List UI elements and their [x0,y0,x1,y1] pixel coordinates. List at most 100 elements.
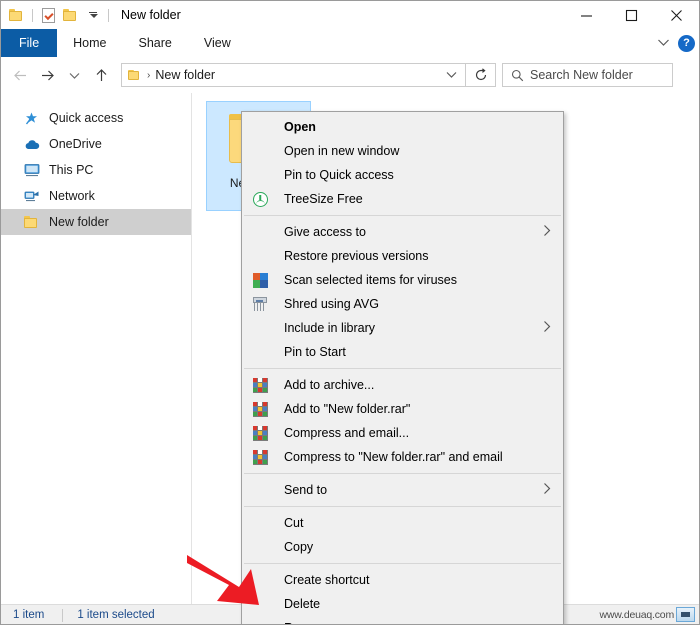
forward-button[interactable] [34,62,60,88]
sidebar-item-label: Quick access [49,111,124,125]
path-dropdown-icon[interactable] [445,68,458,82]
watermark-logo-icon [676,607,695,622]
menu-item-send-to[interactable]: Send to [242,478,563,502]
back-button[interactable] [7,62,33,88]
menu-item-shred-using-avg[interactable]: Shred using AVG [242,292,563,316]
menu-icon-placeholder [250,570,270,590]
ribbon-tab-bar: File Home Share View ? [1,29,699,58]
winrar-icon [250,375,270,395]
new-folder-icon[interactable] [62,7,79,24]
context-menu[interactable]: Open Open in new window Pin to Quick acc… [241,111,564,624]
menu-separator [244,368,561,369]
navigation-buttons [1,62,114,88]
chevron-right-icon [543,483,551,498]
menu-item-delete[interactable]: Delete [242,592,563,616]
tab-file[interactable]: File [1,29,58,57]
sidebar-item-new-folder[interactable]: New folder [1,209,191,235]
menu-item-pin-to-quick-access[interactable]: Pin to Quick access [242,163,563,187]
menu-item-treesize-free[interactable]: TreeSize Free [242,187,563,211]
chevron-down-icon[interactable] [657,36,670,50]
menu-icon-placeholder [250,246,270,266]
menu-icon-placeholder [250,480,270,500]
menu-item-include-in-library[interactable]: Include in library [242,316,563,340]
menu-icon-placeholder [250,618,270,624]
status-divider [62,608,64,622]
tab-home[interactable]: Home [57,29,122,57]
watermark-text: www.deuaq.com [599,608,675,621]
menu-item-open-in-new-window[interactable]: Open in new window [242,139,563,163]
sidebar-item-onedrive[interactable]: OneDrive [1,131,191,157]
network-icon [23,188,40,205]
refresh-button[interactable] [466,63,496,87]
chevron-right-icon [543,225,551,240]
minimize-button[interactable] [564,1,609,29]
chevron-right-icon [543,321,551,336]
folder-icon[interactable] [8,7,25,24]
sidebar-item-network[interactable]: Network [1,183,191,209]
sidebar-item-quick-access[interactable]: Quick access [1,105,191,131]
search-icon [511,69,524,82]
menu-item-rename[interactable]: Rename [242,616,563,624]
menu-icon-placeholder [250,222,270,242]
window-title: New folder [121,8,181,22]
monitor-icon [23,162,40,179]
menu-item-add-to-named-archive[interactable]: Add to "New folder.rar" [242,397,563,421]
watermark: www.deuaq.com [600,607,695,622]
menu-separator [244,563,561,564]
menu-item-create-shortcut[interactable]: Create shortcut [242,568,563,592]
recent-locations-icon[interactable] [61,62,87,88]
menu-icon-placeholder [250,342,270,362]
tab-view[interactable]: View [188,29,247,57]
address-path-field[interactable]: › New folder [121,63,466,87]
customize-qat-icon[interactable] [84,7,101,24]
help-icon[interactable]: ? [678,34,695,52]
menu-icon-placeholder [250,537,270,557]
menu-item-scan-selected-items-for-viruses[interactable]: Scan selected items for viruses [242,268,563,292]
ribbon-right-controls: ? [657,29,695,57]
menu-icon-placeholder [250,594,270,614]
search-placeholder: Search New folder [530,68,633,82]
star-pin-icon [23,110,40,127]
toolbar-divider-2 [108,8,109,22]
quick-access-toolbar [1,7,111,24]
menu-item-cut[interactable]: Cut [242,511,563,535]
navigation-pane: Quick access OneDrive This PC Network Ne… [1,93,192,604]
maximize-button[interactable] [609,1,654,29]
menu-icon-placeholder [250,513,270,533]
path-folder-icon [128,69,141,81]
menu-item-compress-to-named-archive-and-email[interactable]: Compress to "New folder.rar" and email [242,445,563,469]
menu-item-give-access-to[interactable]: Give access to [242,220,563,244]
shredder-icon [250,294,270,314]
address-bar: › New folder Search New folder [1,57,699,93]
close-button[interactable] [654,1,699,29]
sidebar-item-label: This PC [49,163,94,177]
menu-separator [244,215,561,216]
window-controls [564,1,699,29]
treesize-icon [250,189,270,209]
menu-item-open[interactable]: Open [242,115,563,139]
sidebar-item-this-pc[interactable]: This PC [1,157,191,183]
menu-icon-placeholder [250,318,270,338]
tab-share[interactable]: Share [123,29,188,57]
properties-icon[interactable] [40,7,57,24]
winrar-icon [250,447,270,467]
winrar-icon [250,423,270,443]
file-explorer-window: New folder File Home Share View ? › New … [0,0,700,625]
sidebar-item-label: New folder [49,215,109,229]
toolbar-divider [32,8,33,22]
menu-item-compress-and-email[interactable]: Compress and email... [242,421,563,445]
menu-item-add-to-archive[interactable]: Add to archive... [242,373,563,397]
menu-item-pin-to-start[interactable]: Pin to Start [242,340,563,364]
search-input[interactable]: Search New folder [502,63,673,87]
up-button[interactable] [88,62,114,88]
status-selection: 1 item selected [77,609,155,621]
status-item-count: 1 item [13,609,45,621]
menu-icon-placeholder [250,117,270,137]
avg-icon [250,270,270,290]
menu-item-copy[interactable]: Copy [242,535,563,559]
menu-item-restore-previous-versions[interactable]: Restore previous versions [242,244,563,268]
menu-icon-placeholder [250,165,270,185]
menu-separator [244,473,561,474]
title-bar: New folder [1,1,699,29]
path-text[interactable]: New folder [155,68,215,82]
